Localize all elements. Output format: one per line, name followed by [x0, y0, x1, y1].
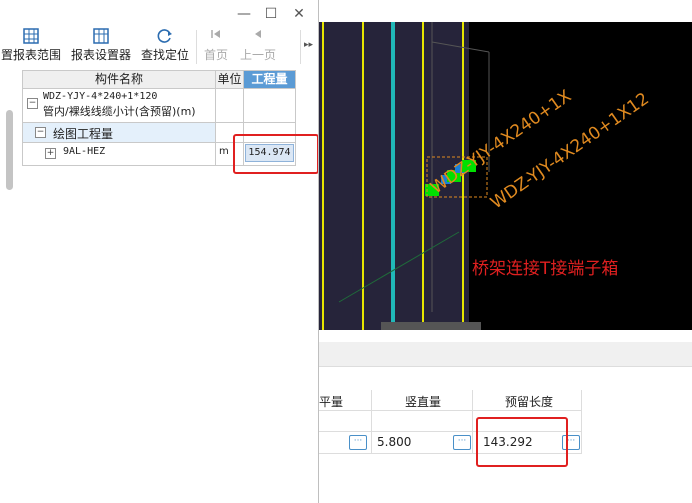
maximize-button[interactable]: ☐: [260, 4, 282, 24]
expand-toggle[interactable]: +: [45, 148, 56, 159]
group-cable-description: 管内/裸线线缆小计(含预留)(m): [43, 105, 196, 118]
row-unit: m: [219, 146, 229, 157]
subgroup-label: 绘图工程量: [53, 127, 114, 141]
vertical-edit-button[interactable]: ···: [453, 435, 471, 450]
row-name: 9AL-HEZ: [63, 146, 106, 157]
highlight-box-quantity: [233, 134, 319, 174]
col-header-vertical: 竖直量: [405, 395, 442, 409]
vertical-value[interactable]: 5.800: [377, 435, 411, 449]
header-quantity[interactable]: 工程量: [244, 71, 295, 89]
property-grid: 平量 竖直量 预留长度 ··· 5.800 ··· 143.292 ···: [319, 330, 692, 503]
header-unit[interactable]: 单位: [216, 71, 243, 89]
cad-drawing: [319, 22, 490, 330]
minimize-button[interactable]: —: [233, 4, 255, 24]
report-settings-label: 报表设置器: [70, 48, 131, 62]
prev-page-label: 上一页: [239, 48, 276, 62]
collapse-toggle[interactable]: −: [35, 127, 46, 138]
group-cable-spec: WDZ-YJY-4*240+1*120: [43, 91, 158, 102]
set-report-range-button[interactable]: 置报表范围: [0, 28, 62, 66]
first-page-button[interactable]: 首页: [200, 28, 232, 66]
toolbar-separator: [196, 30, 197, 64]
canvas-top-bar: [319, 0, 692, 22]
toolbar-overflow-icon[interactable]: ▸▸: [304, 40, 313, 50]
grid-toolbar: [319, 342, 692, 367]
subgroup-row[interactable]: [23, 123, 215, 142]
annotation-text: 桥架连接T接端子箱: [472, 259, 619, 279]
set-report-range-label: 置报表范围: [0, 48, 61, 62]
grid-icon: [0, 28, 62, 46]
find-locate-label: 查找定位: [140, 48, 189, 62]
prev-page-icon: [236, 28, 280, 46]
col-header-horizontal: 平量: [319, 395, 344, 409]
toolbar-separator: [300, 30, 301, 64]
refresh-locate-icon: [139, 28, 191, 46]
horizontal-edit-button[interactable]: ···: [349, 435, 367, 450]
report-settings-button[interactable]: 报表设置器: [69, 28, 133, 66]
close-button[interactable]: ✕: [288, 4, 310, 24]
header-component-name[interactable]: 构件名称: [23, 71, 215, 89]
col-header-reserved: 预留长度: [505, 395, 554, 409]
drawing-canvas[interactable]: WDZ-YJY-4X240+1X WDZ-YJY-4X240+1X12 桥架连接…: [319, 22, 692, 330]
collapse-toggle[interactable]: −: [27, 98, 38, 109]
report-panel: — ☐ ✕ 置报表范围 报表设置器 查找定位 首页 上一页 ▸▸ 构件名称 单位…: [0, 0, 319, 503]
scrollbar-thumb[interactable]: [6, 110, 13, 190]
find-locate-button[interactable]: 查找定位: [139, 28, 191, 66]
highlight-box-reserved: [476, 417, 568, 467]
grid-settings-icon: [69, 28, 133, 46]
first-page-label: 首页: [203, 48, 228, 62]
prev-page-button[interactable]: 上一页: [236, 28, 280, 66]
first-page-icon: [200, 28, 232, 46]
